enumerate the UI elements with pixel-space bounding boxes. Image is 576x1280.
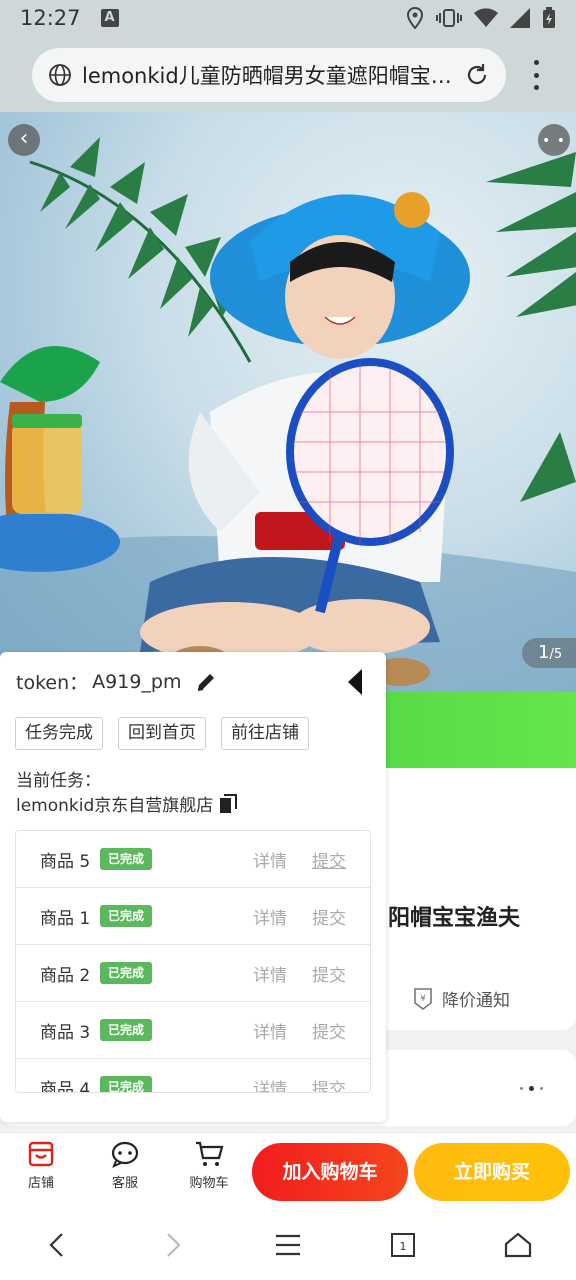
- task-name: 商品 3: [40, 1022, 91, 1043]
- product-title: 阳帽宝宝渔夫: [388, 906, 521, 931]
- menu-icon[interactable]: [273, 1230, 303, 1260]
- image-counter-current: 1: [538, 642, 550, 663]
- task-name: 商品 2: [40, 965, 91, 986]
- status-badge: 已完成: [100, 1019, 153, 1041]
- status-badge: 已完成: [100, 848, 153, 870]
- task-detail-link[interactable]: 详情: [253, 904, 287, 929]
- cart-label: 购物车: [189, 1176, 229, 1191]
- price-notify-label: 降价通知: [442, 991, 510, 1011]
- token-value: A919_pm: [92, 670, 182, 693]
- task-complete-button[interactable]: 任务完成: [15, 717, 103, 750]
- location-icon: [406, 7, 424, 29]
- task-row: 商品 3 已完成 详情 提交: [16, 1002, 370, 1059]
- task-detail-link[interactable]: 详情: [253, 847, 287, 872]
- globe-icon: [49, 64, 71, 86]
- vibrate-icon: [436, 9, 462, 27]
- task-submit-link[interactable]: 提交: [312, 1018, 346, 1043]
- address-bar[interactable]: lemonkid儿童防晒帽男女童遮阳帽宝宝渔夫帽: [32, 48, 506, 102]
- price-notify-button[interactable]: ¥ 降价通知: [412, 986, 510, 1011]
- task-submit-link[interactable]: 提交: [312, 1075, 346, 1093]
- reload-icon[interactable]: [464, 62, 490, 88]
- token-label: token：: [16, 672, 89, 694]
- task-name: 商品 1: [40, 908, 91, 929]
- more-vert-icon[interactable]: [524, 60, 548, 90]
- cart-icon: [196, 1141, 224, 1166]
- add-to-cart-button[interactable]: 加入购物车: [252, 1143, 408, 1201]
- task-row: 商品 4 已完成 详情 提交: [16, 1059, 370, 1093]
- svg-text:1: 1: [400, 1240, 407, 1253]
- browser-top-bar: 12:27 A lemonkid儿童防晒帽男女童遮阳帽宝宝渔夫帽: [0, 0, 576, 112]
- status-badge: 已完成: [100, 962, 153, 984]
- status-bar: 12:27 A: [0, 0, 576, 36]
- home-icon[interactable]: [503, 1230, 533, 1260]
- task-row: 商品 5 已完成 详情 提交: [16, 831, 370, 888]
- task-name: 商品 4: [40, 1079, 91, 1093]
- collapse-arrow-icon[interactable]: [346, 668, 364, 696]
- url-text[interactable]: lemonkid儿童防晒帽男女童遮阳帽宝宝渔夫帽: [82, 60, 456, 90]
- image-counter: 1/5: [522, 638, 576, 668]
- current-task-shop: lemonkid京东自营旗舰店: [16, 791, 238, 816]
- buy-now-button[interactable]: 立即购买: [414, 1143, 570, 1201]
- task-list[interactable]: 商品 5 已完成 详情 提交 商品 1 已完成 详情 提交 商品 2 已完成 详…: [15, 830, 371, 1093]
- task-helper-popup: token： A919_pm 任务完成 回到首页 前往店铺 当前任务： lemo…: [0, 652, 386, 1122]
- cart-tab[interactable]: 购物车: [179, 1140, 239, 1191]
- status-badge: 已完成: [100, 1076, 153, 1092]
- gallery-back-button[interactable]: ‹: [8, 124, 40, 156]
- go-store-button[interactable]: 前往店铺: [221, 717, 309, 750]
- image-counter-total: /5: [549, 647, 563, 662]
- token-row: token： A919_pm: [16, 668, 217, 695]
- store-tab[interactable]: 店铺: [11, 1140, 71, 1191]
- wifi-icon: [474, 8, 498, 27]
- action-buttons: 任务完成 回到首页 前往店铺: [15, 717, 309, 750]
- back-home-button[interactable]: 回到首页: [118, 717, 206, 750]
- status-badge: 已完成: [100, 905, 153, 927]
- service-label: 客服: [111, 1176, 138, 1191]
- service-tab[interactable]: 客服: [95, 1140, 155, 1191]
- svg-text:¥: ¥: [420, 994, 426, 1004]
- status-time: 12:27: [20, 6, 81, 30]
- store-label: 店铺: [27, 1176, 54, 1191]
- carousel-dots: [520, 1086, 543, 1091]
- battery-icon: [543, 7, 555, 28]
- customer-service-icon: [111, 1141, 139, 1168]
- tabs-icon[interactable]: 1: [388, 1230, 418, 1260]
- task-detail-link[interactable]: 详情: [253, 1018, 287, 1043]
- system-nav-bar: 1: [0, 1210, 576, 1280]
- bottom-action-bar: 店铺 客服 购物车 加入购物车 立即购买: [0, 1134, 576, 1210]
- task-name: 商品 5: [40, 851, 91, 872]
- task-row: 商品 1 已完成 详情 提交: [16, 888, 370, 945]
- edit-icon[interactable]: [195, 671, 217, 693]
- product-photo: [0, 137, 576, 692]
- task-submit-link[interactable]: 提交: [312, 961, 346, 986]
- signal-icon: [510, 8, 530, 28]
- accessibility-notification-icon: A: [100, 9, 119, 27]
- task-detail-link[interactable]: 详情: [253, 961, 287, 986]
- copy-icon[interactable]: [219, 793, 238, 814]
- product-image-gallery[interactable]: ‹ • • 1/5: [0, 112, 576, 692]
- forward-icon[interactable]: [158, 1230, 188, 1260]
- price-tag-icon: ¥: [414, 987, 432, 1010]
- back-icon[interactable]: [42, 1230, 72, 1260]
- task-submit-link[interactable]: 提交: [312, 847, 346, 872]
- task-row: 商品 2 已完成 详情 提交: [16, 945, 370, 1002]
- current-task-label: 当前任务：: [16, 771, 101, 791]
- task-shop-name: lemonkid京东自营旗舰店: [16, 796, 214, 816]
- task-detail-link[interactable]: 详情: [253, 1075, 287, 1093]
- store-icon: [28, 1141, 54, 1167]
- task-submit-link[interactable]: 提交: [312, 904, 346, 929]
- gallery-more-button[interactable]: • •: [538, 124, 570, 156]
